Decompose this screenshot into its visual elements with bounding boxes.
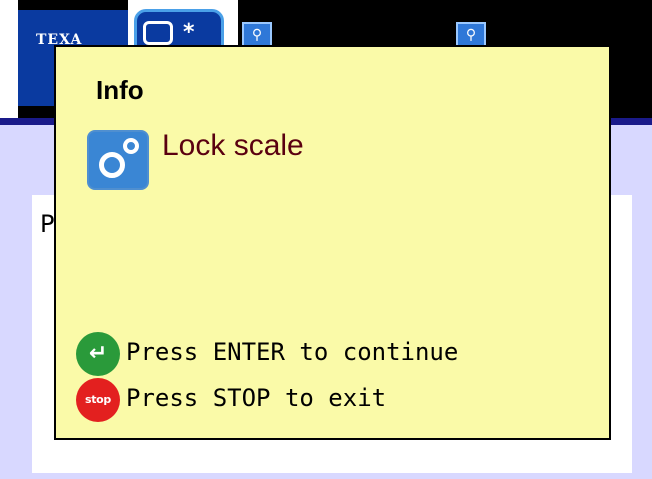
gear-small-icon	[123, 138, 139, 154]
keyboard-icon	[143, 21, 173, 45]
enter-icon[interactable]: ↵	[76, 332, 120, 376]
stop-hint-text: Press STOP to exit	[126, 384, 387, 412]
dialog-title: Info	[96, 75, 144, 105]
enter-hint[interactable]: ↵ Press ENTER to continue	[76, 332, 596, 376]
asterisk-icon: *	[183, 20, 195, 45]
info-dialog: Info Lock scale ↵ Press ENTER to continu…	[54, 45, 611, 440]
gear-large-icon	[99, 152, 125, 178]
enter-hint-text: Press ENTER to continue	[126, 338, 459, 366]
toolbar-edge	[0, 0, 18, 118]
stop-hint[interactable]: stop Press STOP to exit	[76, 378, 596, 422]
stop-icon[interactable]: stop	[76, 378, 120, 422]
wrench-icon: ⚲	[465, 27, 477, 43]
gears-icon	[87, 130, 149, 190]
panel-label: P	[40, 210, 55, 238]
wrench-icon: ⚲	[251, 27, 263, 43]
dialog-message: Lock scale	[162, 129, 304, 162]
